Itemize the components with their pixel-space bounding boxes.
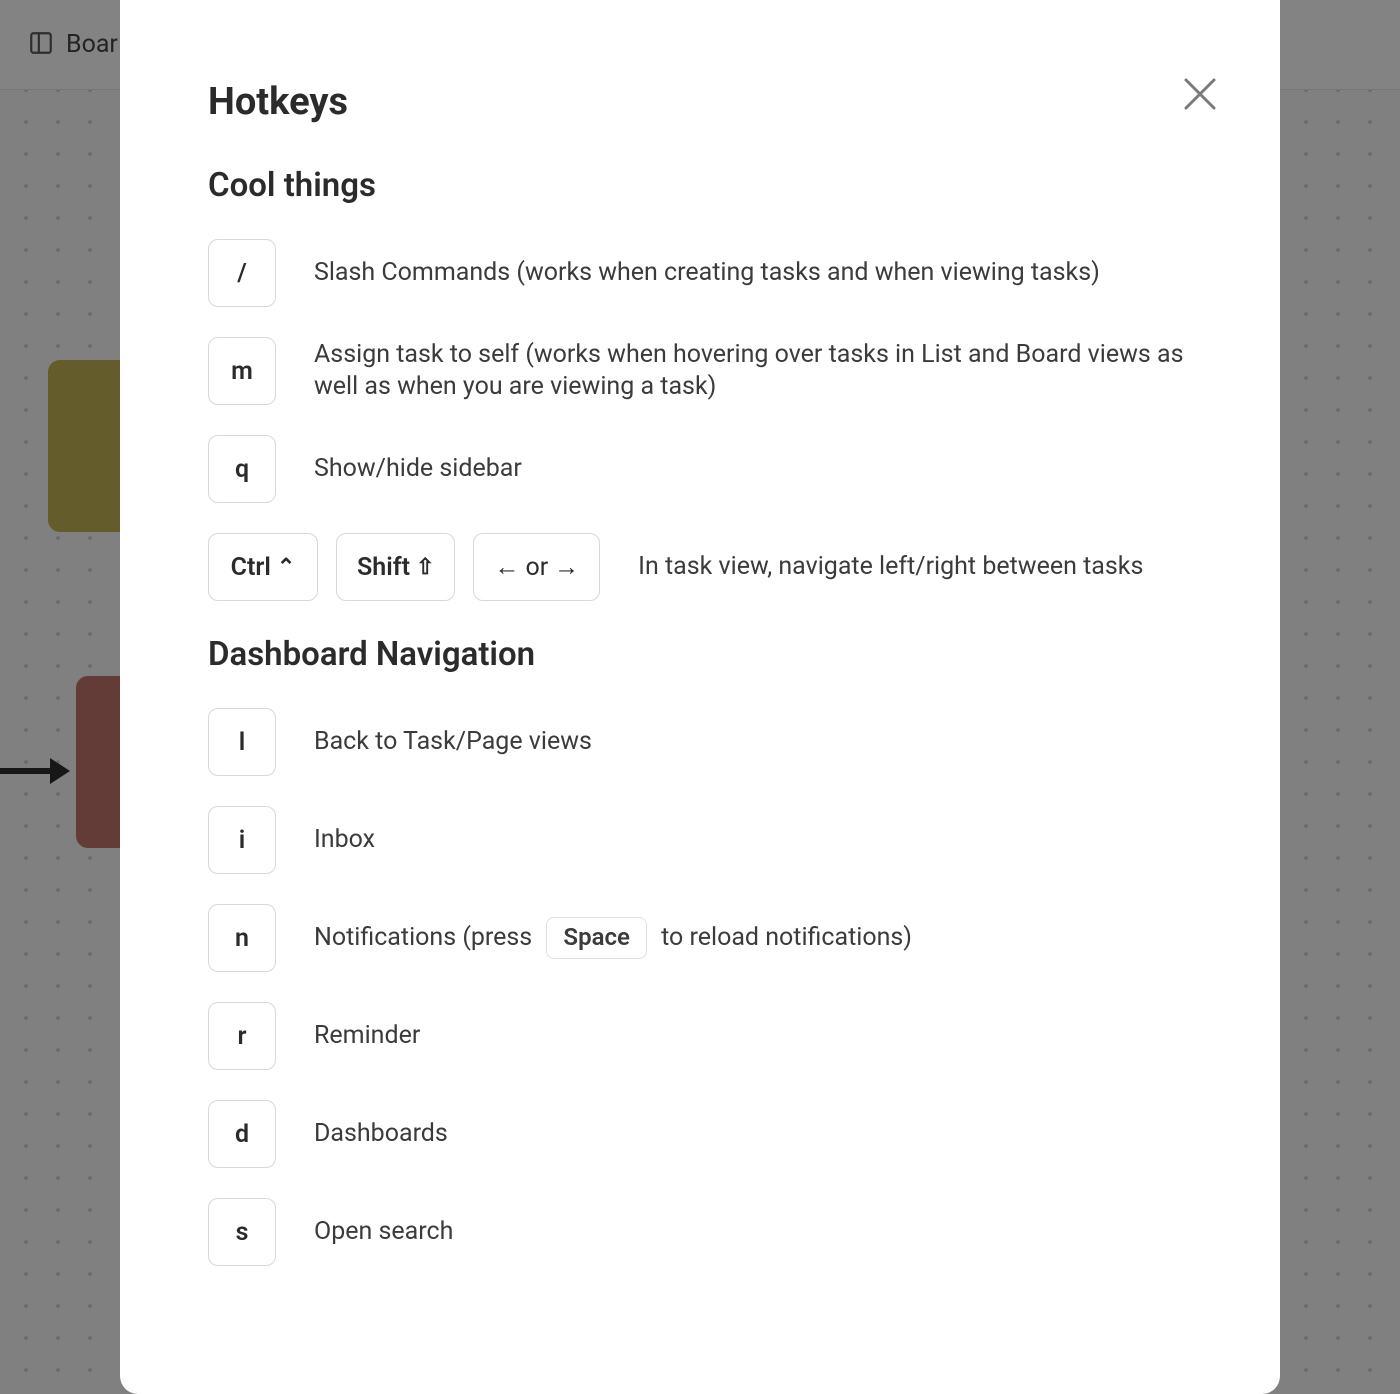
ctrl-glyph-icon: ⌃ [277, 555, 295, 580]
key-ctrl-label: Ctrl [231, 553, 271, 582]
desc-pre: Notifications (press [314, 923, 532, 952]
hotkey-row: s Open search [208, 1198, 1192, 1266]
key-i: i [208, 806, 276, 874]
keys-group: s [208, 1198, 276, 1266]
hotkey-row: d Dashboards [208, 1100, 1192, 1168]
keys-group: q [208, 435, 276, 503]
key-m: m [208, 337, 276, 405]
shift-glyph-icon: ⇧ [416, 555, 434, 580]
modal-title: Hotkeys [208, 80, 1192, 124]
keys-group: i [208, 806, 276, 874]
hotkey-description: Back to Task/Page views [314, 726, 592, 759]
close-button[interactable] [1180, 74, 1220, 118]
arrow-or-label: or [525, 553, 548, 582]
keys-group: / [208, 239, 276, 307]
key-d: d [208, 1100, 276, 1168]
hotkey-description: Reminder [314, 1020, 420, 1053]
key-l: l [208, 708, 276, 776]
section-title: Dashboard Navigation [208, 635, 1192, 674]
hotkeys-modal: Hotkeys Cool things / Slash Commands (wo… [120, 0, 1280, 1394]
section-title: Cool things [208, 166, 1192, 205]
key-space-inline: Space [546, 917, 646, 958]
hotkey-row: q Show/hide sidebar [208, 435, 1192, 503]
key-arrows: ← or → [473, 533, 600, 601]
hotkey-row: Ctrl ⌃ Shift ⇧ ← or → In task view, navi… [208, 533, 1192, 601]
hotkey-row: i Inbox [208, 806, 1192, 874]
key-slash: / [208, 239, 276, 307]
hotkey-description: Open search [314, 1216, 453, 1249]
key-r: r [208, 1002, 276, 1070]
desc-post: to reload notifications) [661, 923, 912, 952]
section-dashboard-navigation: Dashboard Navigation l Back to Task/Page… [208, 635, 1192, 1266]
hotkey-description: Slash Commands (works when creating task… [314, 257, 1100, 290]
hotkey-row: n Notifications (press Space to reload n… [208, 904, 1192, 972]
section-cool-things: Cool things / Slash Commands (works when… [208, 166, 1192, 601]
hotkey-row: / Slash Commands (works when creating ta… [208, 239, 1192, 307]
keys-group: r [208, 1002, 276, 1070]
close-icon [1180, 99, 1220, 118]
hotkey-row: r Reminder [208, 1002, 1192, 1070]
key-ctrl: Ctrl ⌃ [208, 533, 318, 601]
key-shift-label: Shift [357, 553, 410, 582]
hotkey-description: Dashboards [314, 1118, 448, 1151]
hotkey-description: Notifications (press Space to reload not… [314, 917, 912, 958]
hotkey-description: Assign task to self (works when hovering… [314, 339, 1192, 404]
hotkey-description: Inbox [314, 824, 375, 857]
key-n: n [208, 904, 276, 972]
keys-group: d [208, 1100, 276, 1168]
hotkey-description: In task view, navigate left/right betwee… [638, 551, 1143, 584]
hotkey-row: m Assign task to self (works when hoveri… [208, 337, 1192, 405]
arrow-left-icon: ← [494, 553, 519, 582]
keys-group: m [208, 337, 276, 405]
hotkey-row: l Back to Task/Page views [208, 708, 1192, 776]
key-s: s [208, 1198, 276, 1266]
keys-group: l [208, 708, 276, 776]
arrow-right-icon: → [554, 553, 579, 582]
key-q: q [208, 435, 276, 503]
key-shift: Shift ⇧ [336, 533, 455, 601]
keys-group: Ctrl ⌃ Shift ⇧ ← or → [208, 533, 600, 601]
hotkey-description: Show/hide sidebar [314, 453, 522, 486]
keys-group: n [208, 904, 276, 972]
